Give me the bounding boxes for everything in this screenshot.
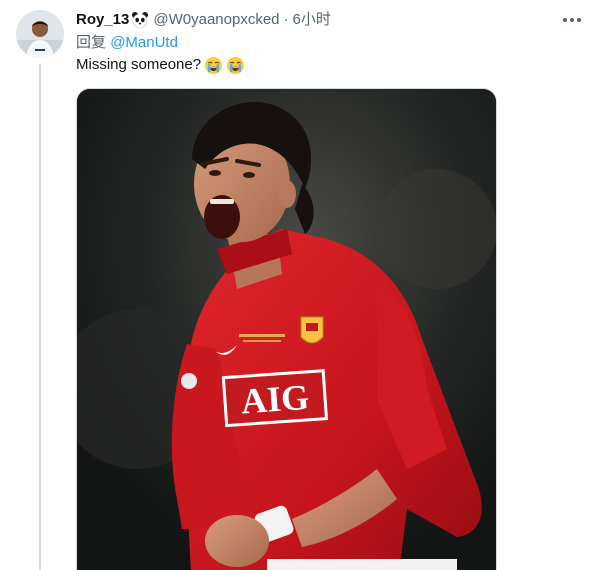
more-horizontal-icon[interactable] — [558, 8, 586, 32]
tweet-text-content: Missing someone? — [76, 56, 202, 73]
thread-line — [39, 64, 41, 570]
display-name[interactable]: Roy_13 — [76, 10, 129, 30]
tweet-reply[interactable]: Roy_13 @W0yaanopxcked · 6小时 回复 @ManUtd M… — [0, 0, 600, 570]
avatar[interactable] — [16, 10, 64, 58]
loudly-crying-face-icon — [226, 56, 245, 75]
panda-icon — [131, 11, 149, 29]
shirt-sponsor-text: AIG — [240, 377, 311, 422]
reply-prefix: 回复 — [76, 34, 107, 51]
timestamp[interactable]: 6小时 — [293, 10, 331, 30]
loudly-crying-face-icon — [204, 56, 223, 75]
tweet-photo[interactable]: AIG — [76, 88, 497, 570]
avatar-image — [16, 10, 64, 58]
footballer-celebrating-photo: AIG — [77, 89, 496, 570]
replying-to: 回复 @ManUtd — [76, 33, 178, 53]
tweet-header: Roy_13 @W0yaanopxcked · 6小时 — [76, 10, 331, 30]
user-handle[interactable]: @W0yaanopxcked — [153, 10, 279, 30]
tweet-text: Missing someone? — [76, 55, 245, 75]
reply-mention-link[interactable]: @ManUtd — [110, 34, 178, 51]
separator-dot: · — [283, 11, 289, 28]
